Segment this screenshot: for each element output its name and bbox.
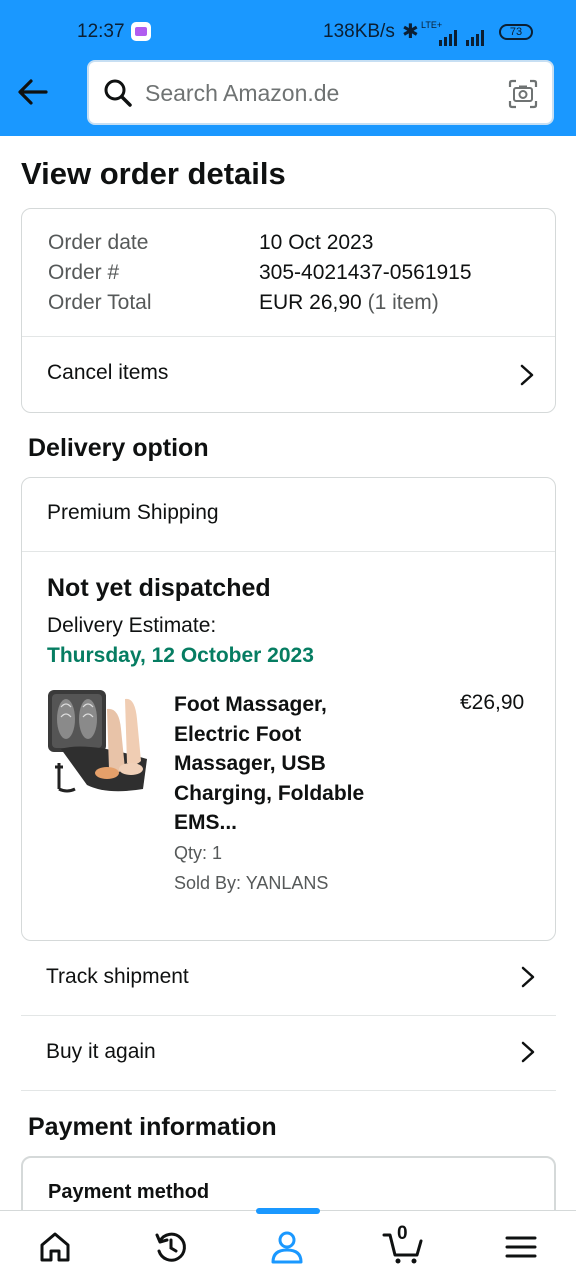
- chevron-right-icon: [520, 364, 534, 386]
- search-icon: [104, 79, 132, 107]
- page-title: View order details: [21, 156, 286, 191]
- search-input[interactable]: [145, 74, 485, 112]
- buy-again-row[interactable]: Buy it again: [21, 1016, 556, 1091]
- status-bar: 12:37 138KB/s ✱ LTE+ 73: [0, 0, 576, 60]
- product-title[interactable]: Foot Massager, Electric Foot Massager, U…: [174, 690, 364, 838]
- cart-count: 0: [397, 1223, 408, 1244]
- product-image[interactable]: [47, 689, 151, 795]
- product-title-line: Charging, Foldable: [174, 781, 365, 805]
- buy-again-label: Buy it again: [46, 1040, 156, 1063]
- chevron-right-icon: [521, 966, 535, 988]
- product-title-line: EMS...: [174, 811, 238, 834]
- product-price: €26,90: [460, 691, 525, 714]
- product-title-line: Foot Massager,: [174, 693, 327, 716]
- delivery-estimate-date: Thursday, 12 October 2023: [47, 644, 314, 667]
- home-icon[interactable]: [37, 1229, 73, 1265]
- order-total-value: EUR 26,90 (1 item): [259, 291, 439, 315]
- active-tab-indicator: [256, 1208, 320, 1214]
- search-bar[interactable]: [87, 60, 554, 125]
- battery-icon: 73: [499, 24, 533, 40]
- order-total-label: Order Total: [48, 291, 152, 314]
- payment-method-label: Payment method: [48, 1181, 210, 1203]
- order-date-label: Order date: [48, 231, 149, 254]
- status-time: 12:37: [77, 21, 125, 42]
- bottom-nav: 0: [0, 1208, 576, 1280]
- chevron-right-icon: [521, 1041, 535, 1063]
- notification-app-icon: [131, 22, 151, 41]
- order-total-item-count: (1 item): [367, 291, 439, 314]
- shipping-type: Premium Shipping: [47, 501, 219, 524]
- product-title-line: Massager, USB: [174, 752, 326, 775]
- cancel-items-label: Cancel items: [47, 361, 169, 384]
- product-seller: Sold By: YANLANS: [174, 873, 329, 893]
- order-total-amount: EUR 26,90: [259, 291, 362, 314]
- back-arrow-icon[interactable]: [16, 76, 50, 108]
- cancel-items-row[interactable]: Cancel items: [22, 337, 555, 413]
- product-qty: Qty: 1: [174, 843, 223, 863]
- app-header: 12:37 138KB/s ✱ LTE+ 73: [0, 0, 576, 136]
- track-shipment-row[interactable]: Track shipment: [21, 941, 556, 1016]
- delivery-estimate-label: Delivery Estimate:: [47, 614, 217, 637]
- network-speed: 138KB/s: [323, 21, 395, 42]
- delivery-card: Premium Shipping Not yet dispatched Deli…: [21, 477, 556, 941]
- delivery-option-heading: Delivery option: [28, 434, 209, 462]
- account-icon[interactable]: [269, 1229, 305, 1265]
- product-title-line: Electric Foot: [174, 722, 302, 746]
- order-date-value: 10 Oct 2023: [259, 231, 374, 254]
- camera-scan-icon[interactable]: [507, 78, 539, 110]
- order-number-label: Order #: [48, 261, 120, 284]
- payment-info-heading: Payment information: [28, 1113, 277, 1141]
- order-number-value: 305-4021437-0561915: [259, 261, 472, 284]
- shipment-status: Not yet dispatched: [47, 574, 271, 602]
- order-summary-card: Order date 10 Oct 2023 Order # 305-40214…: [21, 208, 556, 413]
- signal-icon-2: [466, 24, 486, 46]
- signal-icon: [439, 24, 459, 46]
- bluetooth-icon: ✱: [402, 21, 419, 43]
- divider: [22, 551, 555, 552]
- refresh-icon[interactable]: [153, 1229, 189, 1265]
- track-shipment-label: Track shipment: [46, 965, 189, 988]
- menu-icon[interactable]: [503, 1229, 539, 1265]
